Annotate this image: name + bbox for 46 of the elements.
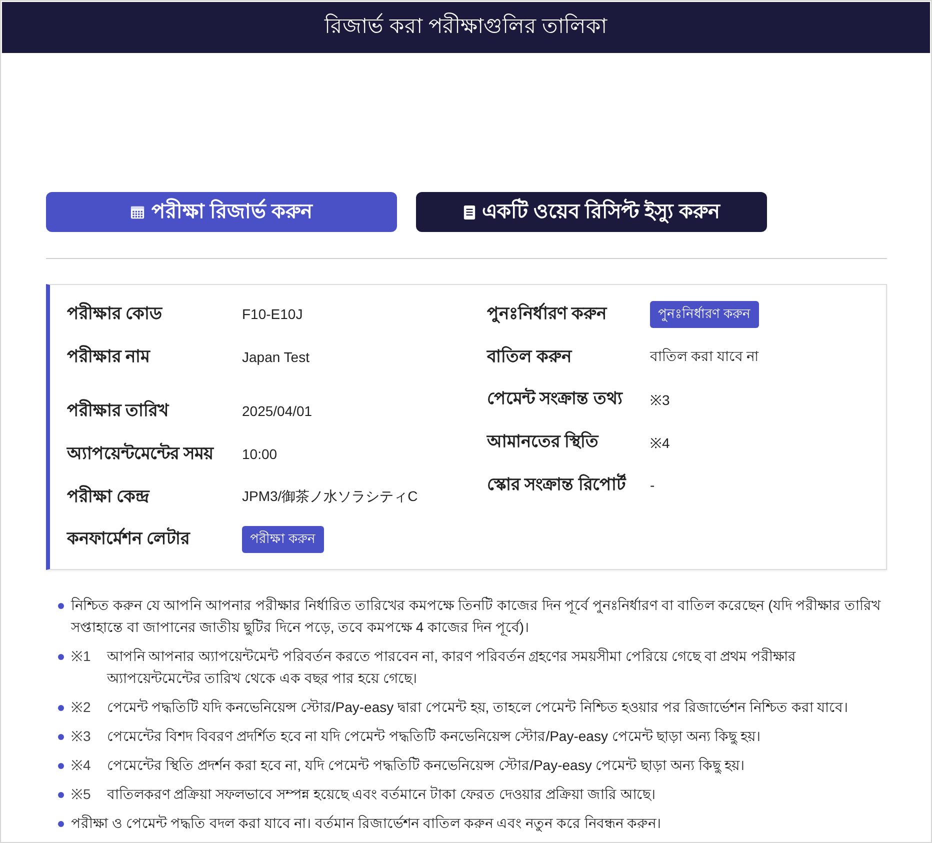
field-value: - bbox=[650, 476, 656, 493]
bullet-icon bbox=[58, 602, 64, 609]
field-button[interactable]: পুনঃনির্ধারণ করুন bbox=[650, 300, 759, 328]
field-label: অ্যাপয়েন্টমেন্টের সময় bbox=[67, 442, 215, 466]
reserve-exam-button[interactable]: পরীক্ষা রিজার্ভ করুন bbox=[46, 192, 397, 232]
note-text: পেমেন্ট পদ্ধতিটি যদি কনভেনিয়েন্স স্টোর/Pay-easy দ্বারা পেমেন্ট হয়, তাহলে পেমেন্ট নিশ্চিত হওয়ার পর রিজার্ভেশন নিশ্চিত করা যাবে। bbox=[106, 698, 850, 717]
note-mark: ※3 bbox=[71, 726, 91, 746]
field-label: পরীক্ষার তারিখ bbox=[67, 399, 170, 422]
note-text: পেমেন্টের স্থিতি প্রদর্শন করা হবে না, যদি পেমেন্ট পদ্ধতিটি কনভেনিয়েন্স স্টোর/Pay-easy পেমেন্ট ছাড়া অন্য কিছু হয়। bbox=[106, 756, 746, 776]
field-label: কনফার্মেশন লেটার bbox=[67, 527, 192, 550]
field-label: স্কোর সংক্রান্ত রিপোর্ট bbox=[487, 472, 628, 496]
field-value: JPM3/御茶ノ水ソラシティC bbox=[242, 488, 419, 506]
field-value: 2025/04/01 bbox=[242, 403, 314, 420]
note-mark: ※5 bbox=[71, 784, 91, 804]
bullet-icon bbox=[58, 792, 64, 798]
page-title: রিজার্ভ করা পরীক্ষাগুলির তালিকা bbox=[324, 10, 608, 45]
field-value: F10-E10J bbox=[242, 306, 304, 322]
bullet-icon bbox=[58, 762, 64, 769]
note-text: পেমেন্টের বিশদ বিবরণ প্রদর্শিত হবে না যদি পেমেন্ট পদ্ধতিটি কনভেনিয়েন্স স্টোর/Pay-easy পেমেন্ট ছাড়া অন্য কিছু হয়। bbox=[106, 726, 762, 747]
note-text: পরীক্ষা ও পেমেন্ট পদ্ধতি বদল করা যাবে না। বর্তমান রিজার্ভেশন বাতিল করুন এবং নতুন করে নিবন্ধন করুন। bbox=[71, 814, 662, 834]
field-value: ※3 bbox=[650, 390, 671, 409]
bullet-icon bbox=[58, 704, 64, 711]
note-text: আপনি আপনার অ্যাপয়েন্টমেন্ট পরিবর্তন করতে পারবেন না, কারণ পরিবর্তন গ্রহণের সময়সীমা পেরিয়ে গেছে বা প্রথম পরীক্ষার অ্যাপয়েন্টমেন্টের তারিখ থেকে এক বছর পার হয়ে গেছে। bbox=[106, 646, 798, 688]
note-mark: ※2 bbox=[71, 698, 91, 717]
field-button[interactable]: পরীক্ষা করুন bbox=[242, 526, 324, 553]
field-value: বাতিল করা যাবে না bbox=[650, 346, 760, 366]
note-mark: ※1 bbox=[71, 646, 91, 666]
field-label: আমানতের স্থিতি bbox=[487, 430, 600, 454]
field-value: ※4 bbox=[650, 434, 671, 452]
issue-receipt-button[interactable]: একটি ওয়েব রিসিপ্ট ইস্যু করুন bbox=[416, 192, 767, 232]
field-label: পরীক্ষার কোড bbox=[67, 302, 164, 326]
field-value: 10:00 bbox=[242, 446, 278, 462]
field-label: পেমেন্ট সংক্রান্ত তথ্য bbox=[487, 387, 624, 410]
field-value: Japan Test bbox=[242, 348, 310, 365]
note-mark: ※4 bbox=[71, 756, 91, 775]
calendar-icon bbox=[130, 204, 146, 220]
bullet-icon bbox=[58, 734, 64, 740]
document-icon bbox=[462, 204, 476, 220]
field-label: পুনঃনির্ধারণ করুন bbox=[487, 302, 608, 326]
bullet-icon bbox=[58, 820, 64, 827]
field-label: পরীক্ষার নাম bbox=[67, 344, 152, 368]
note-text: বাতিলকরণ প্রক্রিয়া সফলভাবে সম্পন্ন হয়েছে এবং বর্তমানে টাকা ফেরত দেওয়ার প্রক্রিয়া জারি আছে। bbox=[106, 784, 656, 804]
bullet-icon bbox=[58, 654, 64, 660]
field-label: পরীক্ষা কেন্দ্র bbox=[67, 484, 151, 508]
note-text: নিশ্চিত করুন যে আপনি আপনার পরীক্ষার নির্ধারিত তারিখের কমপক্ষে তিনটি কাজের দিন পূর্বে পুনঃনির্ধারণ বা বাতিল করেছেন (যদি পরীক্ষার তারিখ সপ্তাহান্তে বা জাপানের জাতীয় ছুটির দিনে পড়ে, তবে কমপক্ষে 4 কাজের দিন পূর্বে)। bbox=[71, 596, 882, 638]
field-label: বাতিল করুন bbox=[487, 345, 574, 368]
